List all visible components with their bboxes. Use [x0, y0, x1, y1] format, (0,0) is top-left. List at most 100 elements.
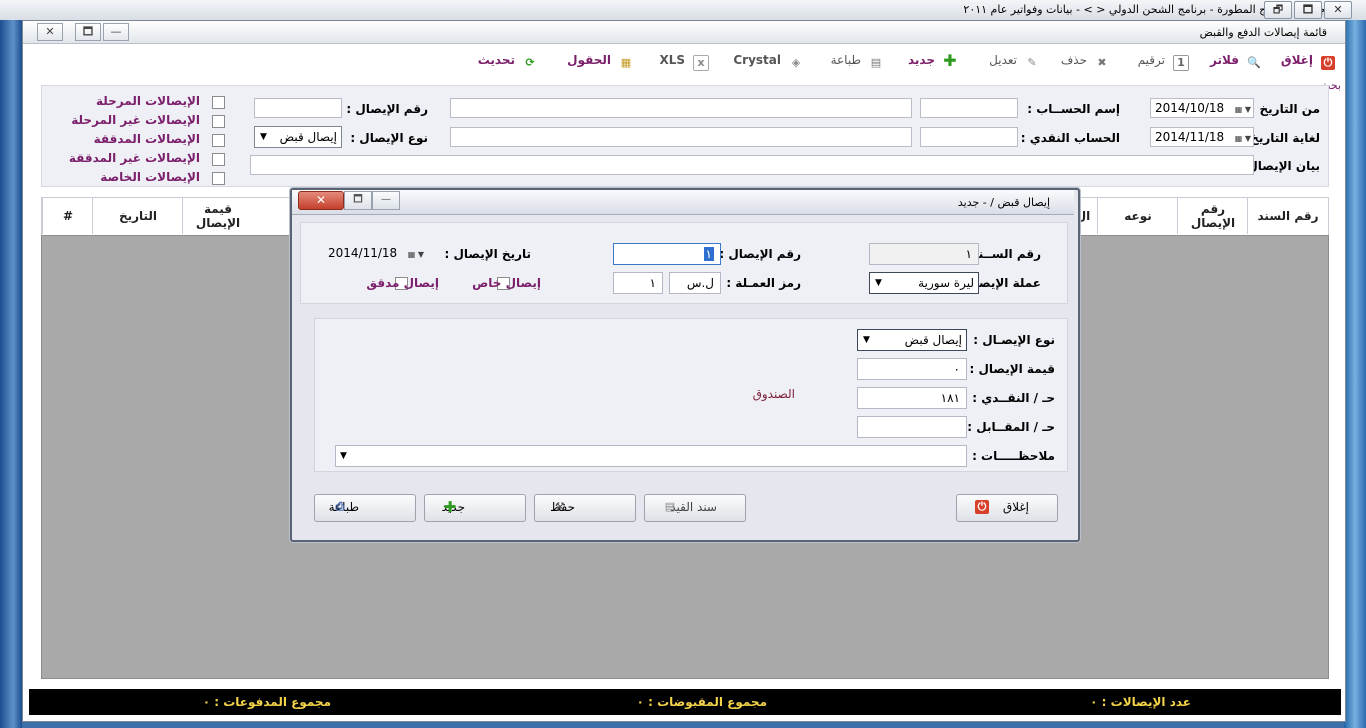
printer-icon: ▤: [870, 56, 882, 69]
calendar-dropdown-icon[interactable]: ▦ ▼: [398, 246, 424, 260]
voucher-number-input[interactable]: ١: [869, 243, 979, 265]
window-title: قائمة إيصالات الدفع والقبض: [1199, 26, 1327, 39]
save-button[interactable]: حفظ ⚒: [534, 494, 636, 522]
delete-tool[interactable]: ✖حذف: [1061, 53, 1109, 71]
receipt-details-group: نوع الإيصـال : إيصال قبض ▼ قيمة الإيصال :…: [314, 318, 1068, 472]
currency-code-label: رمز العمـلة :: [726, 276, 801, 290]
window-minimize-button[interactable]: —: [103, 23, 129, 41]
minimize-button[interactable]: 🗗: [1264, 1, 1292, 19]
receipt-number-label: رقم الإيصال :: [346, 102, 428, 116]
power-icon: ⏻: [1321, 56, 1335, 70]
numbering-tool[interactable]: 1ترقيم: [1138, 53, 1189, 71]
audited-receipt-label: إيصال مدقق: [366, 276, 439, 290]
column-date[interactable]: التاريخ: [92, 198, 183, 234]
column-receipt-number[interactable]: رقم الإيصال: [1177, 198, 1248, 234]
receipt-number-input[interactable]: [254, 98, 342, 118]
cash-account-label: حـ / النقــدي :: [972, 391, 1055, 405]
new-button[interactable]: جديد ✚: [424, 494, 526, 522]
chevron-down-icon: ▼: [863, 335, 870, 345]
receipt-number-input[interactable]: ١: [613, 243, 721, 265]
column-type[interactable]: نوعه: [1097, 198, 1178, 234]
special-label: الإيصالات الخاصة: [100, 170, 200, 184]
refresh-icon: ⟳: [525, 56, 535, 69]
notes-input[interactable]: ▼: [335, 445, 967, 467]
currency-select[interactable]: ليرة سورية ▼: [869, 272, 979, 294]
edit-icon: ✎: [1027, 56, 1037, 69]
posted-label: الإيصالات المرحلة: [95, 94, 200, 108]
unaudited-checkbox[interactable]: [212, 153, 225, 166]
receipt-dialog: إيصال قبض / - جديد ✕ 🗖 — رقم الســند : ١…: [290, 188, 1080, 542]
amount-label: قيمة الإيصال :: [969, 362, 1055, 376]
maximize-button[interactable]: 🗖: [1294, 1, 1322, 19]
cash-account-name: الصندوق: [752, 387, 795, 401]
account-code-input[interactable]: [920, 98, 1018, 118]
from-date-picker[interactable]: 2014/10/18 ▦ ▼: [1150, 98, 1254, 118]
receipt-date-picker[interactable]: 2014/11/18 ▦ ▼: [323, 243, 427, 265]
account-name-input[interactable]: [450, 98, 912, 118]
account-name-label: إسم الحســاب :: [1027, 102, 1120, 116]
type-select[interactable]: إيصال قبض ▼: [857, 329, 967, 351]
receipt-desc-input[interactable]: [250, 155, 1254, 175]
power-icon: ⏻: [975, 500, 989, 514]
dialog-minimize-button[interactable]: —: [372, 191, 400, 210]
search-icon: 🔍: [1247, 56, 1261, 69]
refresh-tool[interactable]: ⟳تحديث: [478, 53, 537, 71]
calendar-dropdown-icon[interactable]: ▦ ▼: [1225, 130, 1251, 144]
journal-button[interactable]: سند القيد ▤: [644, 494, 746, 522]
unposted-checkbox[interactable]: [212, 115, 225, 128]
audited-label: الإيصالات المدققة: [93, 132, 200, 146]
window-maximize-button[interactable]: 🗖: [75, 23, 101, 41]
dialog-close-button[interactable]: ✕: [298, 191, 344, 210]
currency-code-input[interactable]: ل.س: [669, 272, 721, 294]
audited-checkbox[interactable]: [212, 134, 225, 147]
close-button[interactable]: ✕: [1324, 1, 1352, 19]
cash-account-name-input[interactable]: [450, 127, 912, 147]
dialog-title: إيصال قبض / - جديد: [957, 196, 1050, 209]
background-left: [0, 20, 22, 728]
crystal-icon: ◈: [791, 56, 801, 69]
filters-tool[interactable]: 🔍فلاتر: [1210, 53, 1261, 71]
plus-icon: ✚: [443, 498, 457, 516]
amount-input[interactable]: ٠: [857, 358, 967, 380]
posted-checkbox[interactable]: [212, 96, 225, 109]
receipt-number-label: رقم الإيصال :: [719, 247, 801, 261]
cash-account-input[interactable]: ١٨١: [857, 387, 967, 409]
numbering-icon: 1: [1173, 55, 1189, 71]
dialog-maximize-button[interactable]: 🗖: [344, 191, 372, 210]
crystal-tool[interactable]: ◈Crystal: [733, 53, 803, 71]
print-tool[interactable]: ▤طباعة: [831, 53, 883, 71]
received-total: مجموع المقبوضات : ٠: [636, 695, 767, 709]
column-amount[interactable]: قيمة الإيصال: [182, 198, 253, 234]
close-tool[interactable]: ⏻إغلاق: [1281, 53, 1335, 71]
journal-icon: ▤: [664, 500, 676, 513]
chevron-down-icon: ▼: [260, 132, 267, 142]
fields-tool[interactable]: ▦الحقول: [567, 53, 633, 71]
to-date-picker[interactable]: 2014/11/18 ▦ ▼: [1150, 127, 1254, 147]
from-date-label: من التاريخ :: [1250, 102, 1320, 116]
status-bar: عدد الإيصالات : ٠ مجموع المقبوضات : ٠ مج…: [29, 689, 1341, 715]
new-tool[interactable]: ✚جديد: [908, 53, 957, 71]
special-checkbox[interactable]: [212, 172, 225, 185]
dialog-close-action-button[interactable]: إغلاق ⏻: [956, 494, 1058, 522]
xls-tool[interactable]: xXLS: [659, 53, 709, 71]
calendar-dropdown-icon[interactable]: ▦ ▼: [1225, 101, 1251, 115]
fields-icon: ▦: [620, 56, 632, 69]
cash-account-label: الحساب النقدي :: [1020, 131, 1120, 145]
currency-rate-input[interactable]: ١: [613, 272, 663, 294]
background-right: [1344, 20, 1366, 728]
edit-tool[interactable]: ✎تعديل: [989, 53, 1039, 71]
counter-account-label: حـ / المقــابل :: [967, 420, 1055, 434]
counter-account-input[interactable]: [857, 416, 967, 438]
app-titlebar: مجموعة البرامج المطورة - برنامج الشحن ال…: [0, 0, 1366, 21]
receipt-date-label: تاريخ الإيصال :: [444, 247, 531, 261]
window-titlebar: قائمة إيصالات الدفع والقبض ✕ 🗖 —: [23, 21, 1345, 44]
unposted-label: الإيصالات غير المرحلة: [71, 113, 200, 127]
chevron-down-icon: ▼: [340, 451, 347, 461]
print-button[interactable]: طباعة ⎙: [314, 494, 416, 522]
special-receipt-label: إيصال خاص: [472, 276, 541, 290]
window-close-button[interactable]: ✕: [37, 23, 63, 41]
receipt-type-select[interactable]: إيصال قبض ▼: [254, 126, 342, 148]
column-voucher-number[interactable]: رقم السند: [1247, 198, 1328, 234]
column-index[interactable]: #: [42, 198, 93, 234]
cash-account-code-input[interactable]: [920, 127, 1018, 147]
